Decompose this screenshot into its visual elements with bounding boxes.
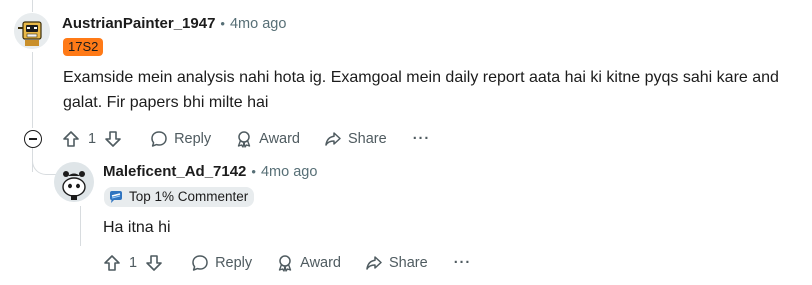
top-commenter-icon — [108, 190, 124, 204]
vote-group: 1 — [56, 124, 128, 154]
avatar[interactable] — [14, 13, 50, 49]
user-flair: 17S2 — [63, 38, 104, 56]
share-arrow-icon — [365, 254, 383, 272]
downvote-arrow-icon[interactable] — [145, 254, 163, 272]
award-icon — [276, 254, 294, 272]
speech-bubble-icon — [191, 254, 209, 272]
downvote-arrow-icon[interactable] — [104, 130, 122, 148]
reply-button[interactable]: Reply — [185, 248, 258, 278]
reply-label: Reply — [215, 255, 253, 271]
award-button[interactable]: Award — [270, 248, 347, 278]
more-options-icon: ··· — [453, 255, 472, 271]
avatar[interactable] — [54, 162, 94, 202]
comment-body: Ha itna hi — [103, 219, 171, 236]
award-icon — [235, 130, 253, 148]
more-options-button[interactable]: ··· — [448, 248, 478, 278]
username[interactable]: AustrianPainter_1947 — [62, 15, 215, 32]
comment-header: Maleficent_Ad_7142 • 4mo ago — [103, 163, 317, 180]
vote-count: 1 — [129, 255, 138, 271]
collapse-minus-icon — [29, 138, 37, 140]
flair-label: Top 1% Commenter — [129, 189, 249, 204]
comment-body: Examside mein analysis nahi hota ig. Exa… — [63, 69, 779, 111]
comment-actions: 1 Reply Award Share ··· — [97, 248, 477, 278]
award-label: Award — [259, 131, 300, 147]
more-options-button[interactable]: ··· — [407, 124, 437, 154]
thread-branch-curve — [32, 150, 57, 175]
share-label: Share — [389, 255, 428, 271]
user-flair: Top 1% Commenter — [104, 187, 255, 207]
award-label: Award — [300, 255, 341, 271]
username[interactable]: Maleficent_Ad_7142 — [103, 163, 246, 180]
share-label: Share — [348, 131, 387, 147]
reply-label: Reply — [174, 131, 212, 147]
share-arrow-icon — [324, 130, 342, 148]
collapse-button[interactable] — [24, 130, 42, 148]
reply-thread-line — [80, 206, 81, 246]
timestamp[interactable]: 4mo ago — [261, 164, 317, 180]
thread-line-main — [32, 52, 33, 128]
award-button[interactable]: Award — [229, 124, 306, 154]
comment-actions: 1 Reply Award Share ··· — [56, 124, 436, 154]
thread-line-top — [32, 0, 33, 12]
separator-dot: • — [220, 16, 225, 31]
robot-avatar-icon — [14, 13, 50, 49]
reply-button[interactable]: Reply — [144, 124, 217, 154]
upvote-arrow-icon[interactable] — [62, 130, 80, 148]
comment-header: AustrianPainter_1947 • 4mo ago — [62, 15, 286, 32]
timestamp[interactable]: 4mo ago — [230, 16, 286, 32]
share-button[interactable]: Share — [318, 124, 393, 154]
more-options-icon: ··· — [412, 131, 431, 147]
separator-dot: • — [251, 164, 256, 179]
vote-count: 1 — [88, 131, 97, 147]
vote-group: 1 — [97, 248, 169, 278]
speech-bubble-icon — [150, 130, 168, 148]
share-button[interactable]: Share — [359, 248, 434, 278]
upvote-arrow-icon[interactable] — [103, 254, 121, 272]
snoo-avatar-icon — [54, 162, 94, 202]
